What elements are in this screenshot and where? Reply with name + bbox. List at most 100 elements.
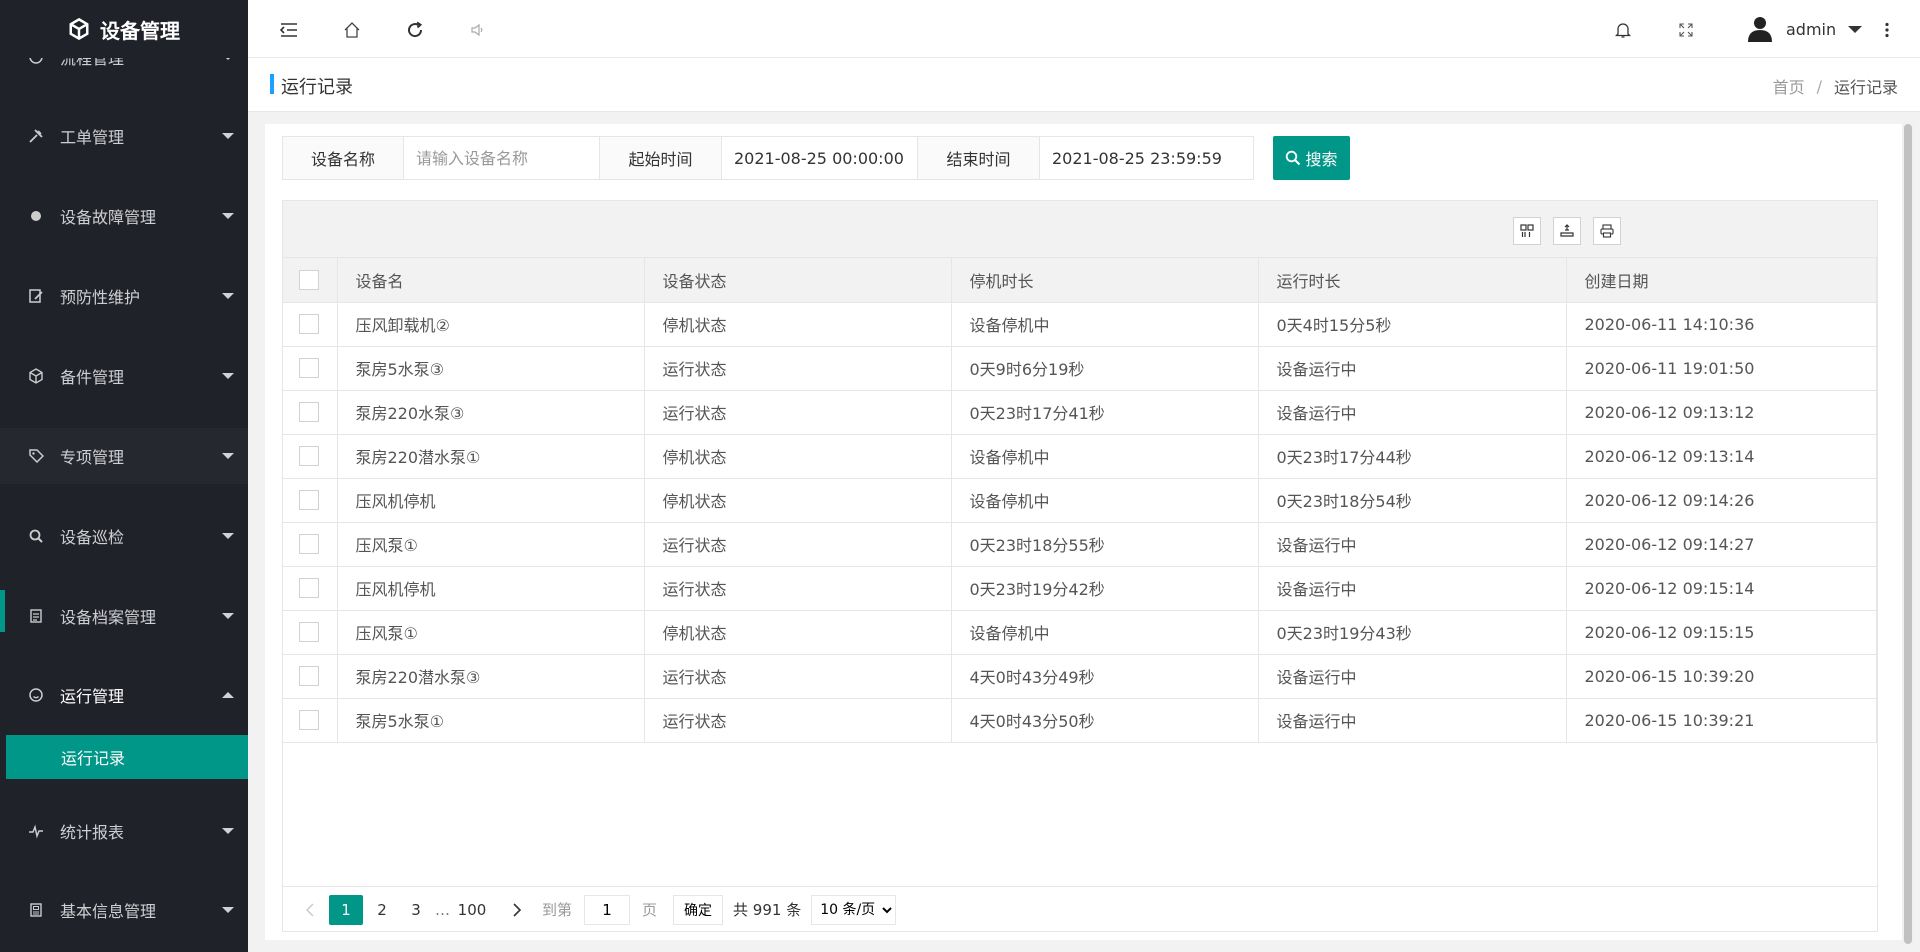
table-row[interactable]: 泵房220潜水泵③ 运行状态 4天0时43分49秒 设备运行中 2020-06-15 1…	[283, 654, 1877, 699]
row-checkbox[interactable]	[299, 710, 319, 731]
chevron-down-icon	[222, 828, 234, 834]
select-all-checkbox[interactable]	[299, 270, 319, 290]
sidebar-item-fault[interactable]: 设备故障管理	[0, 188, 248, 244]
page-ellipsis: …	[435, 900, 450, 919]
table-cell: 2020-06-12 09:15:14	[1566, 566, 1877, 611]
table-cell: 2020-06-12 09:14:27	[1566, 522, 1877, 567]
column-header[interactable]: 设备名	[337, 258, 645, 303]
row-checkbox[interactable]	[299, 446, 319, 467]
page-button[interactable]: 2	[367, 895, 397, 925]
row-checkbox[interactable]	[299, 534, 319, 555]
goto-confirm-button[interactable]: 确定	[673, 894, 724, 925]
row-checkbox[interactable]	[299, 622, 319, 643]
page-button[interactable]: 3	[401, 895, 431, 925]
menu-toggle-icon[interactable]	[278, 19, 300, 41]
page-button[interactable]: 100	[454, 895, 490, 925]
column-header[interactable]: 创建日期	[1566, 258, 1877, 303]
sidebar-item-spareparts[interactable]: 备件管理	[0, 348, 248, 404]
refresh-icon[interactable]	[404, 19, 426, 41]
sidebar-item-archive[interactable]: 设备档案管理	[0, 588, 248, 644]
sidebar-item-label: 专项管理	[60, 448, 125, 467]
row-select-cell	[283, 610, 338, 655]
table-cell: 停机状态	[644, 610, 952, 655]
sidebar-item-workorder[interactable]: 工单管理	[0, 108, 248, 164]
fullscreen-icon[interactable]	[1675, 19, 1697, 41]
chevron-down-icon	[222, 293, 234, 299]
cube-icon	[68, 17, 90, 41]
page-unit-label: 页	[642, 901, 658, 919]
table-row[interactable]: 泵房5水泵① 运行状态 4天0时43分50秒 设备运行中 2020-06-15 10:3…	[283, 698, 1877, 743]
table-row[interactable]: 压风卸载机② 停机状态 设备停机中 0天4时15分5秒 2020-06-11 14:10…	[283, 302, 1877, 347]
title-accent-bar	[270, 74, 274, 94]
goto-page-input[interactable]	[584, 894, 631, 925]
sidebar-item-baseinfo[interactable]: 基本信息管理	[0, 882, 248, 938]
sidebar-item-inspection[interactable]: 设备巡检	[0, 508, 248, 564]
user-name: admin	[1786, 19, 1837, 39]
edit-icon	[28, 288, 44, 304]
row-checkbox[interactable]	[299, 314, 319, 335]
row-checkbox[interactable]	[299, 402, 319, 423]
row-select-cell	[283, 434, 338, 479]
page-size-select[interactable]: 10 条/页	[811, 894, 897, 925]
table-cell: 0天23时18分55秒	[951, 522, 1259, 567]
search-button[interactable]: 搜索	[1273, 136, 1350, 180]
sidebar-item-report[interactable]: 统计报表	[0, 803, 248, 859]
table-cell: 泵房220潜水泵①	[337, 434, 645, 479]
breadcrumb-home[interactable]: 首页	[1773, 74, 1805, 98]
sidebar-item-label: 基本信息管理	[60, 902, 157, 921]
sidebar-accent	[0, 590, 5, 632]
columns-icon[interactable]	[1513, 217, 1541, 245]
table-row[interactable]: 压风泵① 运行状态 0天23时18分55秒 设备运行中 2020-06-12 09:14…	[283, 522, 1877, 567]
app-title: 设备管理	[100, 18, 180, 43]
table-cell: 压风机停机	[337, 478, 645, 523]
table-row[interactable]: 压风机停机 运行状态 0天23时19分42秒 设备运行中 2020-06-12 09:1…	[283, 566, 1877, 611]
chevron-up-icon	[222, 692, 234, 698]
table-row[interactable]: 泵房220潜水泵① 停机状态 设备停机中 0天23时17分44秒 2020-06-12 …	[283, 434, 1877, 479]
row-select-cell	[283, 698, 338, 743]
sidebar-item-operation[interactable]: 运行管理	[0, 667, 248, 723]
table-row[interactable]: 泵房5水泵③ 运行状态 0天9时6分19秒 设备运行中 2020-06-11 19:01…	[283, 346, 1877, 391]
row-checkbox[interactable]	[299, 358, 319, 379]
home-icon[interactable]	[341, 19, 363, 41]
print-icon[interactable]	[1593, 217, 1621, 245]
table-row[interactable]: 泵房220水泵③ 运行状态 0天23时17分41秒 设备运行中 2020-06-12 0…	[283, 390, 1877, 435]
chevron-right-icon[interactable]	[502, 895, 532, 925]
page-title: 运行记录	[281, 77, 353, 98]
speaker-icon[interactable]	[467, 19, 489, 41]
vertical-scrollbar[interactable]	[1902, 124, 1914, 944]
sidebar-item-label: 备件管理	[60, 368, 125, 387]
sidebar-subitem-run-records[interactable]: 运行记录	[6, 735, 248, 779]
data-table-container: 设备名 设备状态 停机时长 运行时长 创建日期 压风卸载机② 停机状态 设备停机中 0…	[282, 200, 1878, 932]
end-time-input[interactable]	[1040, 136, 1254, 180]
column-header[interactable]: 运行时长	[1258, 258, 1567, 303]
scrollbar-thumb[interactable]	[1904, 124, 1912, 944]
table-row[interactable]: 压风机停机 停机状态 设备停机中 0天23时18分54秒 2020-06-12 09:1…	[283, 478, 1877, 523]
column-header[interactable]: 设备状态	[644, 258, 952, 303]
table-row[interactable]: 压风泵① 停机状态 设备停机中 0天23时19分43秒 2020-06-12 09:15…	[283, 610, 1877, 655]
row-checkbox[interactable]	[299, 490, 319, 511]
search-button-label: 搜索	[1305, 152, 1338, 169]
user-menu[interactable]: admin	[1748, 16, 1863, 42]
chevron-left-icon[interactable]	[295, 895, 325, 925]
more-vertical-icon[interactable]	[1876, 19, 1898, 41]
row-checkbox[interactable]	[299, 666, 319, 687]
table-cell: 2020-06-12 09:15:15	[1566, 610, 1877, 655]
sidebar-item-label: 统计报表	[60, 823, 125, 842]
sidebar-item-special[interactable]: 专项管理	[0, 428, 248, 484]
device-name-input[interactable]	[404, 136, 600, 180]
row-checkbox[interactable]	[299, 578, 319, 599]
table-cell: 泵房5水泵③	[337, 346, 645, 391]
column-header[interactable]: 停机时长	[951, 258, 1259, 303]
tools-icon	[28, 128, 44, 144]
chevron-down-icon	[222, 133, 234, 139]
sidebar-item-maintenance[interactable]: 预防性维护	[0, 268, 248, 324]
page-button[interactable]: 1	[329, 894, 363, 925]
bell-icon[interactable]	[1612, 19, 1634, 41]
sidebar-item-label: 设备故障管理	[60, 208, 157, 227]
start-time-input[interactable]	[722, 136, 918, 180]
dot-icon	[28, 208, 44, 224]
device-name-label: 设备名称	[282, 136, 404, 180]
export-icon[interactable]	[1553, 217, 1581, 245]
sidebar-item-label: 预防性维护	[60, 288, 141, 307]
search-icon	[1285, 150, 1301, 166]
